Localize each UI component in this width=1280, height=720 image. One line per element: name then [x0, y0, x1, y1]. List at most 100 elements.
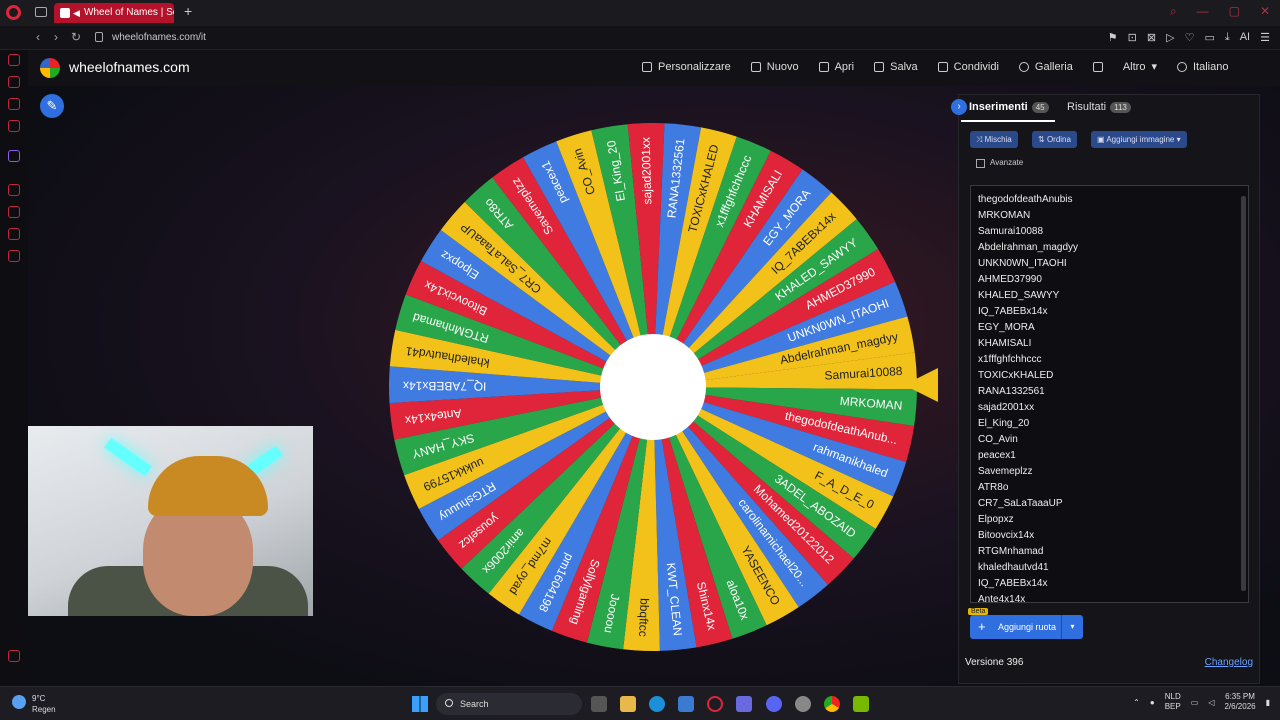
changelog-link[interactable]: Changelog — [1205, 657, 1253, 668]
menu-language[interactable]: Italiano — [1176, 60, 1228, 73]
menu-gallery[interactable]: Galleria — [1018, 60, 1073, 73]
site-name[interactable]: wheelofnames.com — [69, 59, 190, 75]
menu-share[interactable]: Condividi — [937, 60, 999, 73]
file-icon — [750, 61, 761, 72]
mail-icon[interactable] — [8, 120, 20, 132]
entry-item: Abdelrahman_magdyy — [978, 242, 1079, 253]
settings-icon[interactable] — [8, 250, 20, 262]
whatsapp-icon[interactable] — [8, 98, 20, 110]
entry-item: x1fffghfchhccc — [978, 354, 1042, 365]
weather-temp: 9°C — [32, 694, 46, 703]
tab-list-icon[interactable] — [35, 7, 47, 17]
play-icon[interactable]: ▷ — [1166, 31, 1174, 44]
wheel-logo-icon[interactable] — [40, 58, 60, 78]
reload-icon[interactable]: ↻ — [71, 30, 81, 44]
search-icon — [445, 699, 453, 707]
menu-icon[interactable]: ☰ — [1260, 31, 1270, 44]
messenger-icon[interactable] — [8, 76, 20, 88]
weather-desc: Regen — [32, 705, 56, 714]
browser-tab-bar: ◀ Wheel of Names | Scel + ⌕ — ▢ ✕ — [0, 0, 1280, 26]
add-wheel-button[interactable]: + Aggiungi ruota ▾ — [970, 615, 1083, 639]
clock[interactable]: 6:35 PM 2/6/2026 — [1224, 692, 1255, 712]
edit-wheel-button[interactable]: ✎ — [40, 94, 64, 118]
entries-list: thegodofdeathAnubis MRKOMAN Samurai10088 Ab… — [971, 186, 1248, 602]
ai-button[interactable]: AI — [1240, 31, 1250, 44]
aria-icon[interactable] — [8, 54, 20, 66]
network-icon[interactable]: ▭ — [1191, 698, 1199, 707]
tab-entries[interactable]: Inserimenti 45 — [969, 101, 1049, 113]
speaker-icon[interactable]: ◀ — [73, 3, 80, 23]
language-indicator[interactable]: NLD BEP — [1165, 692, 1181, 712]
shuffle-button[interactable]: ⤨ Mischia — [970, 131, 1018, 148]
weather-widget[interactable]: 9°C Regen — [12, 693, 56, 715]
chevron-down-icon: ▾ — [1174, 135, 1181, 144]
globe-icon — [1176, 61, 1187, 72]
add-image-button[interactable]: ▣ Aggiungi immagine ▾ — [1091, 131, 1187, 148]
sort-button[interactable]: ⇅ Ordina — [1032, 131, 1077, 148]
store-icon[interactable] — [678, 696, 694, 712]
download-icon[interactable]: ⤓ — [1225, 31, 1230, 44]
url-field[interactable]: wheelofnames.com/it — [112, 32, 206, 43]
close-icon[interactable]: ✕ — [1260, 4, 1270, 19]
entries-panel: › Inserimenti 45 Risultati 113 ⤨ Mischia ⇅… — [951, 94, 1260, 684]
entry-item: KHALED_SAWYY — [978, 290, 1060, 301]
chrome-icon[interactable] — [824, 696, 840, 712]
browser-tab-active[interactable]: ◀ Wheel of Names | Scel — [54, 3, 174, 23]
discord-icon[interactable] — [766, 696, 782, 712]
bookmark-icon[interactable]: ⚑ — [1108, 31, 1118, 44]
opera-gx-icon[interactable] — [707, 696, 723, 712]
menu-save[interactable]: Salva — [874, 60, 918, 73]
share-icon — [937, 61, 948, 72]
chevron-down-icon[interactable]: ▾ — [1061, 615, 1083, 639]
chevron-up-icon[interactable]: ⌃ — [1133, 698, 1140, 707]
app-icon[interactable] — [736, 696, 752, 712]
nvidia-icon[interactable] — [853, 696, 869, 712]
volume-icon[interactable]: ◁ — [1208, 698, 1214, 707]
menu-more[interactable]: Altro ▾ — [1123, 60, 1157, 74]
forward-icon[interactable]: › — [54, 30, 58, 44]
player-icon[interactable] — [8, 184, 20, 196]
shuffle-icon: ⤨ — [976, 135, 985, 144]
search-tabs-icon[interactable]: ⌕ — [1170, 4, 1177, 19]
entry-item: Savemeplzz — [978, 466, 1033, 477]
minimize-icon[interactable]: — — [1197, 4, 1209, 19]
new-tab-button[interactable]: + — [184, 3, 192, 19]
wallet-icon[interactable]: ▭ — [1204, 31, 1214, 44]
extensions-icon[interactable] — [8, 228, 20, 240]
snapshot-icon[interactable]: ⊡ — [1128, 31, 1137, 44]
history-icon[interactable] — [8, 206, 20, 218]
wheel[interactable]: Samurai10088 MRKOMAN thegodofdeathAnub... r… — [386, 120, 920, 654]
window-controls: ⌕ — ▢ ✕ — [1170, 4, 1270, 19]
task-view-icon[interactable] — [591, 696, 607, 712]
fullscreen-button[interactable] — [1092, 60, 1103, 73]
entries-textarea[interactable]: thegodofdeathAnubis MRKOMAN Samurai10088 Ab… — [970, 185, 1249, 603]
adblock-icon[interactable]: ⊠ — [1147, 31, 1156, 44]
steam-icon[interactable] — [795, 696, 811, 712]
menu-open[interactable]: Apri — [818, 60, 854, 73]
wheel-svg[interactable]: Samurai10088MRKOMANthegodofdeathAnub...r… — [386, 120, 920, 654]
menu-personalize[interactable]: Personalizzare — [642, 60, 731, 73]
edge-icon[interactable] — [649, 696, 665, 712]
back-icon[interactable]: ‹ — [36, 30, 40, 44]
file-explorer-icon[interactable] — [620, 696, 636, 712]
palette-icon — [642, 61, 652, 72]
entries-scrollbar[interactable] — [1241, 196, 1246, 591]
wheel-center[interactable] — [600, 334, 706, 440]
chevron-down-icon: ▾ — [1151, 61, 1157, 73]
twitch-icon[interactable] — [8, 150, 20, 162]
mic-icon[interactable]: ● — [1150, 698, 1155, 707]
heart-icon[interactable]: ♡ — [1185, 31, 1195, 44]
gx-icon[interactable] — [8, 650, 20, 662]
tab-results[interactable]: Risultati 113 — [1067, 101, 1131, 113]
windows-start-icon[interactable] — [412, 696, 428, 712]
entry-item: Bitoovcix14x — [978, 530, 1035, 541]
lock-icon[interactable] — [95, 32, 103, 42]
taskbar-search[interactable]: Search — [436, 693, 582, 715]
notification-icon[interactable]: ▮ — [1266, 698, 1270, 707]
opera-logo-icon[interactable] — [6, 5, 21, 20]
advanced-checkbox[interactable] — [976, 159, 985, 168]
maximize-icon[interactable]: ▢ — [1229, 4, 1240, 19]
light-left — [104, 437, 152, 477]
collapse-panel-button[interactable]: › — [951, 99, 967, 115]
menu-new[interactable]: Nuovo — [750, 60, 799, 73]
